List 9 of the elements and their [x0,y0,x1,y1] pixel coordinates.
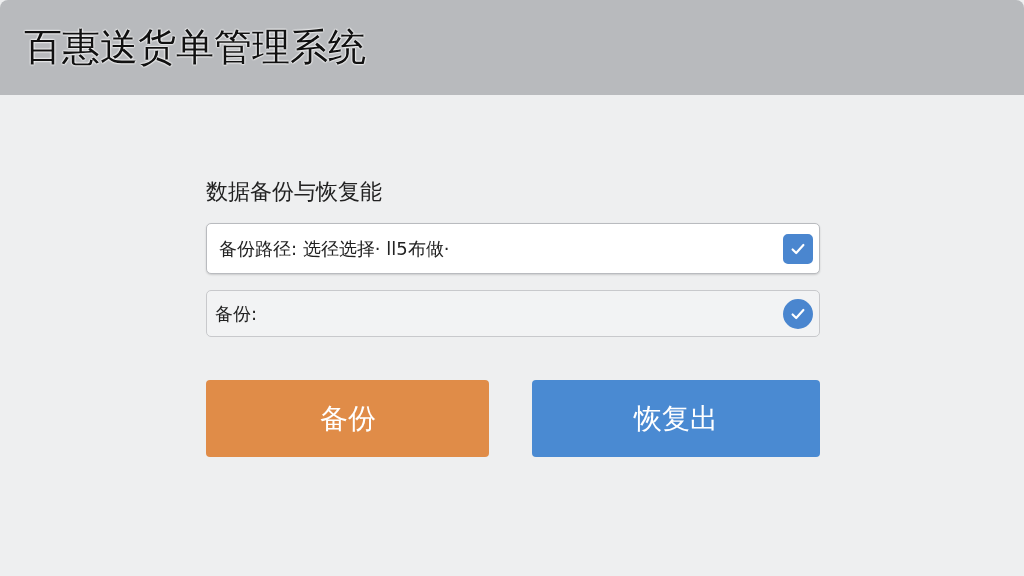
checkbox[interactable] [783,233,813,264]
restore-button[interactable]: 恢复出 [532,380,820,457]
option-row[interactable]: 备份: [206,290,820,337]
option-row[interactable]: 备份路径: 选径选择· ll5布做· [206,223,820,274]
check-circle-icon[interactable] [783,298,813,329]
section-heading: 数据备份与恢复能 [206,178,383,206]
app-title: 百惠送货单管理系统 [24,24,366,71]
option-label: 备份路径: 选径选择· ll5布做· [219,236,450,261]
option-label: 备份: [215,301,258,326]
